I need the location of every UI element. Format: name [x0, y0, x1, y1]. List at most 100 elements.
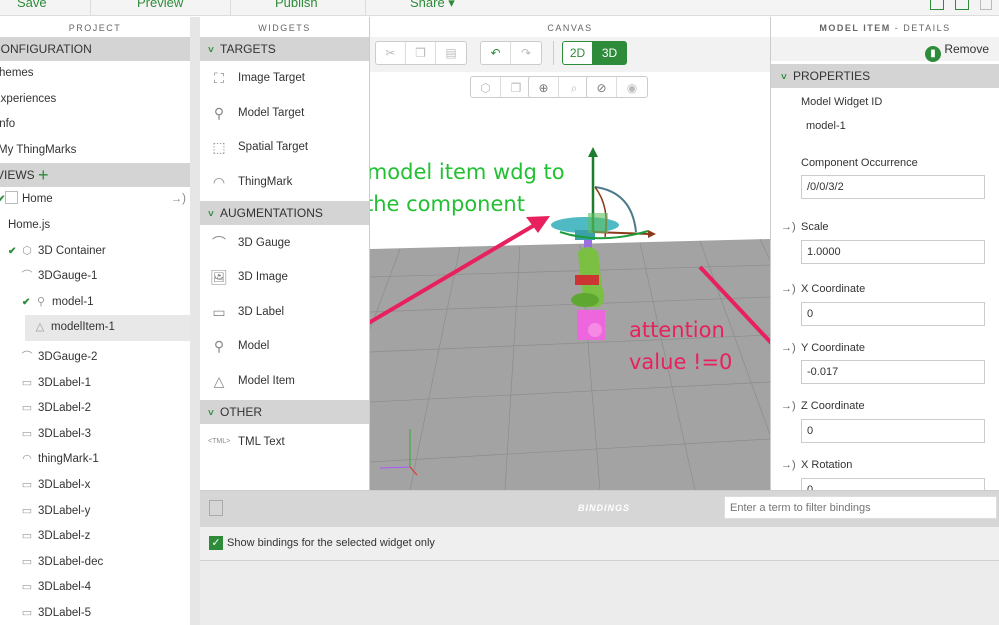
tree-label: 3DLabel-2 — [38, 402, 92, 415]
expand-icon[interactable] — [209, 500, 223, 516]
scale-label: Scale — [801, 221, 829, 233]
tree-item-my-thingmarks[interactable]: My ThingMarks — [0, 138, 190, 164]
y-coordinate-input[interactable] — [801, 360, 985, 384]
z-coordinate-input[interactable] — [801, 419, 985, 443]
properties-header[interactable]: ˅ PROPERTIES — [771, 64, 999, 88]
tree-item-home-js[interactable]: Home.js — [0, 213, 190, 239]
publish-button[interactable]: Publish — [275, 0, 318, 10]
tree-item[interactable]: ▭ 3DLabel-2 — [0, 396, 190, 422]
chevron-down-icon: ˅ — [208, 209, 214, 221]
chevron-down-icon: ˅ — [781, 72, 787, 83]
augmentations-header[interactable]: ˅ AUGMENTATIONS — [200, 201, 369, 226]
preview-button[interactable]: Preview — [137, 0, 183, 10]
label-icon: ▭ — [21, 530, 33, 543]
tree-item[interactable]: ▭ 3DLabel-x — [0, 473, 190, 499]
widget-item[interactable]: ⬚ Spatial Target — [200, 130, 369, 165]
tree-item-themes[interactable]: Themes — [0, 61, 190, 87]
annotation-drag: drag model item wdg to — [370, 160, 565, 184]
widget-item[interactable]: ⌒ 3D Gauge — [200, 225, 369, 260]
remove-button[interactable]: ▮ Remove — [924, 42, 989, 62]
save-button[interactable]: Save — [17, 0, 47, 10]
tree-item-experiences[interactable]: Experiences — [0, 87, 190, 113]
bind-arrow-icon[interactable]: →) — [781, 459, 796, 471]
add-view-icon[interactable]: + — [38, 165, 49, 185]
widget-label: Model Item — [238, 375, 295, 388]
divider — [90, 0, 91, 15]
show-selected-checkbox[interactable]: ✓ — [209, 536, 223, 550]
tml-icon: <TML> — [208, 437, 231, 445]
targets-header[interactable]: ˅ TARGETS — [200, 37, 369, 61]
spatial-target-icon: ⬚ — [212, 139, 226, 156]
project-scrollbar[interactable] — [190, 17, 200, 625]
tree-item[interactable]: ▭ 3DLabel-5 — [0, 601, 190, 625]
model-icon: ⚲ — [213, 338, 225, 355]
image-icon: 🖼 — [210, 269, 228, 286]
tree-item[interactable]: ▭ 3DLabel-y — [0, 499, 190, 525]
chevron-down-icon[interactable]: ✔ — [22, 290, 34, 316]
details-title-bold: MODEL ITEM — [819, 23, 891, 33]
tree-item-home[interactable]: ✔ Home →) — [0, 187, 190, 213]
navigate-icon[interactable]: →) — [171, 187, 186, 213]
tree-item[interactable]: ◠ thingMark-1 — [0, 447, 190, 473]
thingmark-icon: ◠ — [212, 174, 226, 191]
bind-arrow-icon[interactable]: →) — [781, 221, 796, 233]
tree-item-model-1[interactable]: ✔ ⚲ model-1 — [0, 290, 190, 316]
model-item-icon: △ — [213, 373, 225, 390]
views-header[interactable]: VIEWS + — [0, 163, 190, 188]
divider — [365, 0, 366, 15]
other-header[interactable]: ˅ OTHER — [200, 400, 369, 425]
layout-right-icon[interactable] — [980, 0, 992, 10]
widget-item[interactable]: ⛶ Image Target — [200, 61, 369, 96]
share-button[interactable]: Share ▾ — [410, 0, 455, 11]
tree-item-info[interactable]: Info — [0, 112, 190, 138]
bind-arrow-icon[interactable]: →) — [781, 342, 796, 354]
details-title: MODEL ITEM - DETAILS — [771, 17, 999, 37]
scale-input[interactable] — [801, 240, 985, 264]
label-icon: ▭ — [21, 581, 33, 594]
label-icon: ▭ — [212, 303, 226, 320]
details-actions: ▮ Remove — [771, 37, 999, 62]
widget-item[interactable]: ⚲ Model — [200, 329, 369, 364]
tree-item-3d-container[interactable]: ✔ ⬡ 3D Container — [0, 239, 190, 265]
bind-arrow-icon[interactable]: →) — [781, 400, 796, 412]
x-coordinate-input[interactable] — [801, 302, 985, 326]
widget-label: Model Target — [238, 106, 305, 119]
label-icon: ▭ — [21, 606, 33, 619]
layout-left-icon[interactable] — [930, 0, 944, 10]
widgets-title: WIDGETS — [258, 23, 311, 33]
tree-item[interactable]: ⌒ 3DGauge-2 — [0, 345, 190, 371]
configuration-header[interactable]: CONFIGURATION — [0, 37, 190, 61]
chevron-down-icon[interactable]: ✔ — [8, 239, 20, 265]
tree-item[interactable]: ▭ 3DLabel-3 — [0, 422, 190, 448]
tree-item[interactable]: ▭ 3DLabel-dec — [0, 550, 190, 576]
tree-label: 3DLabel-z — [38, 530, 91, 543]
section-label: OTHER — [220, 405, 262, 420]
project-title: PROJECT — [68, 23, 122, 33]
widget-item[interactable]: ⚲ Model Target — [200, 96, 369, 131]
tree-label: 3DGauge-2 — [38, 350, 98, 363]
widget-tml-text[interactable]: <TML> TML Text — [200, 424, 369, 459]
tree-label: model-1 — [52, 295, 94, 308]
bind-arrow-icon[interactable]: →) — [781, 283, 796, 295]
tree-item-modelitem-1[interactable]: △ modelItem-1 — [25, 315, 190, 341]
x-rotation-label: X Rotation — [801, 459, 853, 471]
tree-item[interactable]: ▭ 3DLabel-1 — [0, 371, 190, 397]
widget-item[interactable]: 🖼 3D Image — [200, 260, 369, 295]
widget-item[interactable]: ▭ 3D Label — [200, 295, 369, 330]
component-occurrence-input[interactable] — [801, 175, 985, 199]
section-label: PROPERTIES — [793, 69, 871, 83]
tree-item[interactable]: ▭ 3DLabel-z — [0, 524, 190, 550]
x-rotation-input[interactable] — [801, 478, 985, 490]
widget-item[interactable]: ◠ ThingMark — [200, 165, 369, 200]
widget-label: TML Text — [238, 435, 285, 448]
tree-item-3dgauge-1[interactable]: ⌒ 3DGauge-1 — [0, 264, 190, 290]
bindings-filter-input[interactable] — [724, 496, 997, 519]
tree-label: 3DLabel-5 — [38, 606, 92, 619]
views-label: VIEWS — [0, 168, 35, 183]
canvas-panel: CANVAS ✂ ❐ ▤ ↶ ↷ 2D 3D ⬡ ❐ ⊕ ⌕ ⊘ ◉ model… — [370, 17, 770, 490]
layout-bottom-icon[interactable] — [955, 0, 969, 10]
tree-item[interactable]: ▭ 3DLabel-4 — [0, 575, 190, 601]
3d-viewport[interactable]: drag model item wdg to the component att… — [370, 17, 770, 490]
widget-item[interactable]: △ Model Item — [200, 364, 369, 399]
widgets-panel: WIDGETS ˅ TARGETS ⛶ Image Target ⚲ Model Tar… — [200, 17, 370, 490]
